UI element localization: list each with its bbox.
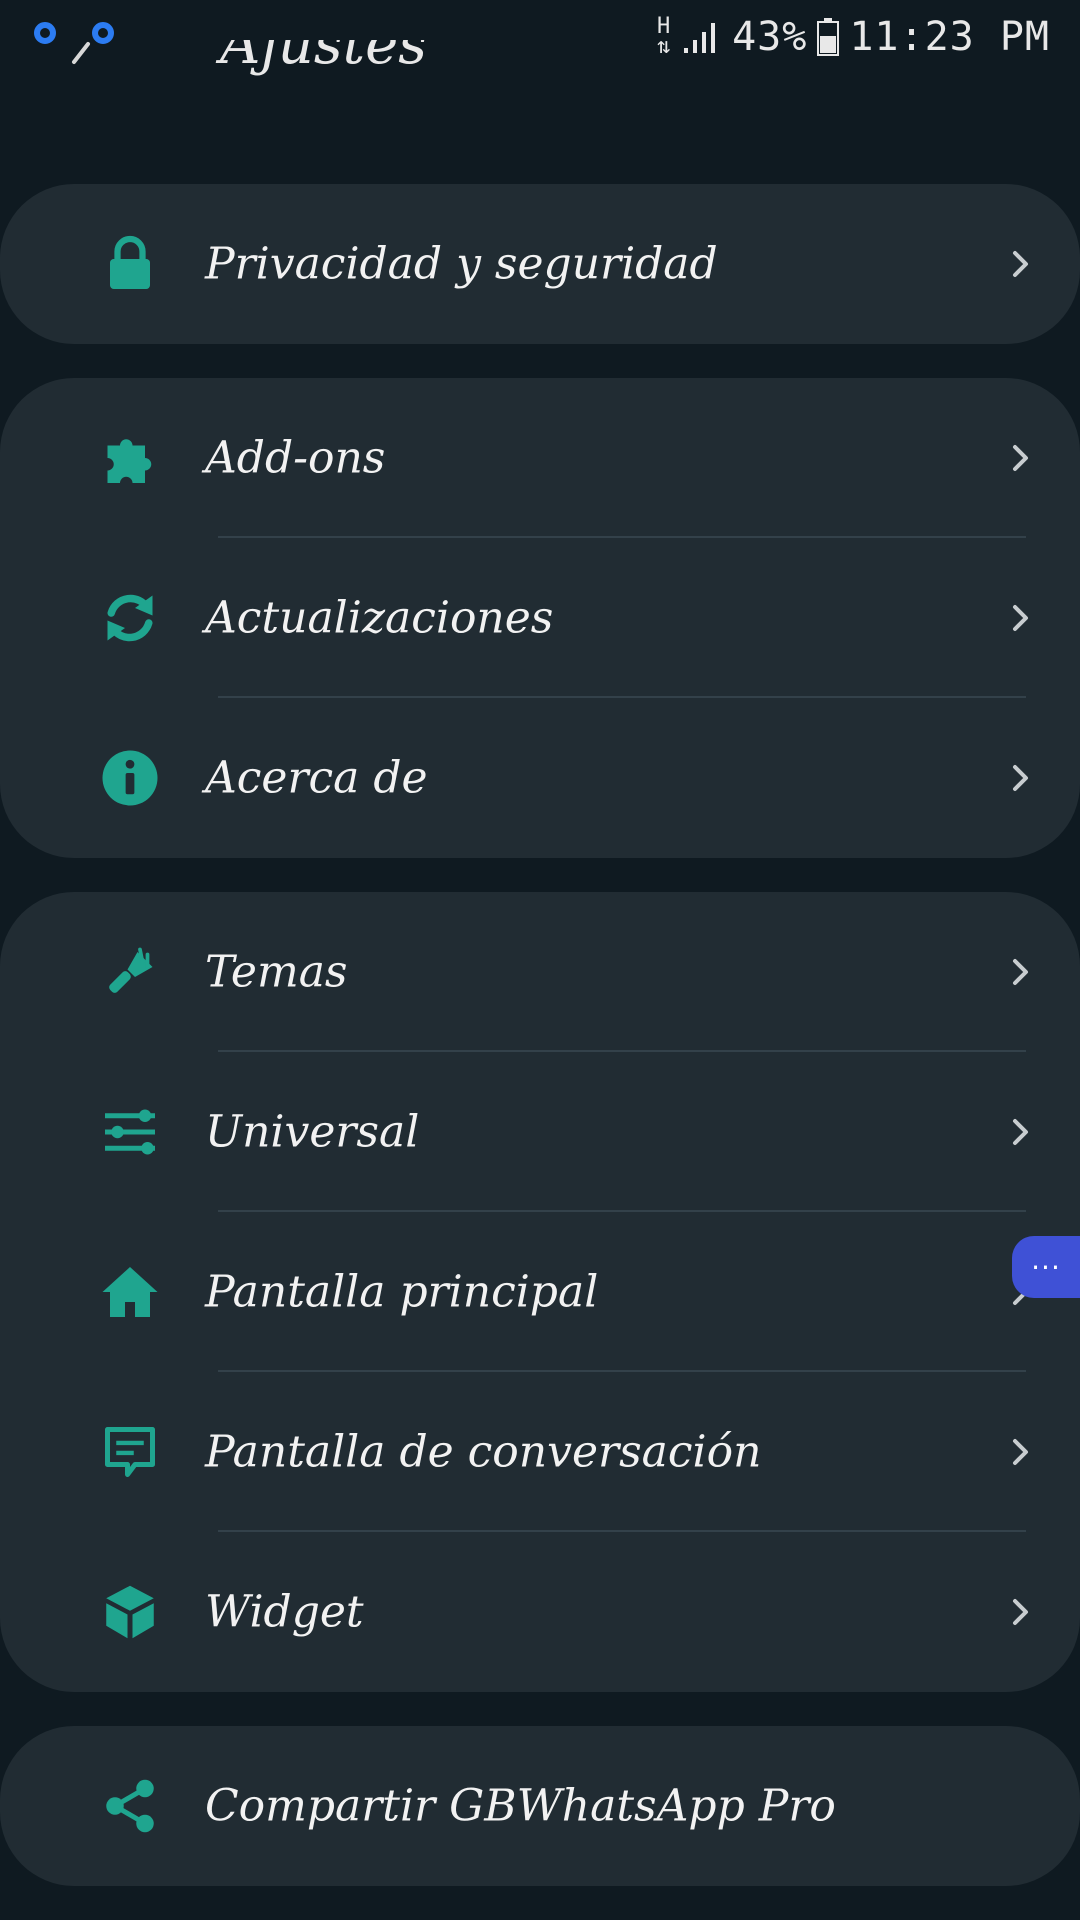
- settings-item-privacy[interactable]: Privacidad y seguridad: [0, 184, 1080, 344]
- chevron-right-icon: [1006, 957, 1036, 987]
- settings-item-updates[interactable]: Actualizaciones: [0, 538, 1080, 698]
- chevron-right-icon: [1006, 1597, 1036, 1627]
- settings-item-label: Universal: [205, 1106, 420, 1158]
- puzzle-icon: [98, 426, 162, 490]
- chevron-right-icon: [1006, 443, 1036, 473]
- cube-icon: [98, 1580, 162, 1644]
- settings-item-label: Actualizaciones: [205, 592, 554, 644]
- home-icon: [98, 1260, 162, 1324]
- settings-group-general: Add-ons Actualizaciones Acerca de: [0, 378, 1080, 858]
- settings-item-label: Widget: [205, 1586, 364, 1638]
- settings-group-appearance: Temas Universal Pantalla principal Panta…: [0, 892, 1080, 1692]
- bubble-dots-label: ···: [1031, 1250, 1061, 1284]
- settings-item-conversation-screen[interactable]: Pantalla de conversación: [0, 1372, 1080, 1532]
- chevron-right-icon: [1006, 1117, 1036, 1147]
- page-title: Ajustes: [220, 40, 427, 77]
- settings-item-label: Temas: [205, 946, 348, 998]
- refresh-icon: [98, 586, 162, 650]
- settings-item-label: Pantalla principal: [205, 1266, 599, 1318]
- settings-item-label: Acerca de: [205, 752, 428, 804]
- chat-icon: [98, 1420, 162, 1484]
- settings-item-label: Add-ons: [205, 432, 386, 484]
- floating-bubble-button[interactable]: ···: [1012, 1236, 1080, 1298]
- settings-item-themes[interactable]: Temas: [0, 892, 1080, 1052]
- settings-item-label: Privacidad y seguridad: [205, 238, 718, 290]
- chevron-right-icon: [1006, 763, 1036, 793]
- chevron-right-icon: [1006, 1437, 1036, 1467]
- lock-icon: [98, 232, 162, 296]
- settings-item-home-screen[interactable]: Pantalla principal: [0, 1212, 1080, 1372]
- settings-item-label: Pantalla de conversación: [205, 1426, 762, 1478]
- settings-item-label: Compartir GBWhatsApp Pro: [205, 1780, 836, 1832]
- share-icon: [98, 1774, 162, 1838]
- settings-group-share: Compartir GBWhatsApp Pro: [0, 1726, 1080, 1886]
- chevron-right-icon: [1006, 249, 1036, 279]
- app-header: Ajustes: [0, 40, 1080, 100]
- settings-item-about[interactable]: Acerca de: [0, 698, 1080, 858]
- settings-group-privacy: Privacidad y seguridad: [0, 184, 1080, 344]
- sliders-icon: [98, 1100, 162, 1164]
- back-arrow-icon[interactable]: [60, 40, 100, 80]
- info-icon: [98, 746, 162, 810]
- settings-item-share[interactable]: Compartir GBWhatsApp Pro: [0, 1726, 1080, 1886]
- chevron-right-icon: [1006, 603, 1036, 633]
- settings-item-universal[interactable]: Universal: [0, 1052, 1080, 1212]
- network-type-label: H: [656, 14, 672, 39]
- settings-item-addons[interactable]: Add-ons: [0, 378, 1080, 538]
- paint-brush-icon: [98, 940, 162, 1004]
- settings-item-widget[interactable]: Widget: [0, 1532, 1080, 1692]
